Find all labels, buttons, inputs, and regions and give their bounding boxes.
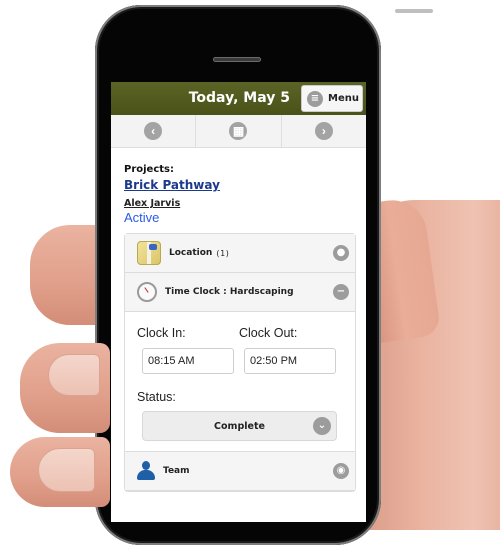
phone-screen: Today, May 5 ≡ Menu ‹ ▦ › Projects: Bric… — [111, 82, 366, 522]
location-count: (1) — [215, 248, 230, 258]
person-link[interactable]: Alex Jarvis — [124, 198, 354, 209]
time-clock-row[interactable]: Time Clock : Hardscaping − — [125, 273, 355, 312]
list-icon: ≡ — [307, 90, 323, 107]
status-label: Status: — [137, 390, 176, 404]
clock-in-input[interactable] — [142, 348, 234, 374]
pin-icon[interactable]: ● — [333, 245, 349, 261]
clock-in-label: Clock In: — [137, 326, 186, 340]
team-label: Team — [163, 466, 190, 476]
chevron-left-icon: ‹ — [144, 122, 163, 140]
projects-label: Projects: — [124, 164, 174, 175]
app-header: Today, May 5 ≡ Menu — [111, 82, 366, 115]
project-status: Active — [124, 210, 160, 225]
collapse-minus-icon[interactable]: − — [333, 284, 349, 300]
clock-out-input[interactable] — [244, 348, 336, 374]
chevron-down-icon: ⌄ — [313, 417, 331, 435]
menu-label: Menu — [328, 93, 359, 104]
phone-frame: Today, May 5 ≡ Menu ‹ ▦ › Projects: Bric… — [95, 5, 433, 545]
time-clock-panel: Clock In: Clock Out: Status: Complete ⌄ — [125, 312, 355, 452]
stopwatch-icon — [137, 282, 157, 302]
calendar-icon: ▦ — [229, 122, 248, 140]
clock-out-label: Clock Out: — [239, 326, 298, 340]
chevron-right-icon: › — [314, 122, 333, 140]
next-day-button[interactable]: › — [282, 115, 366, 147]
status-select[interactable]: Complete ⌄ — [142, 411, 337, 441]
calendar-button[interactable]: ▦ — [196, 115, 282, 147]
status-select-value: Complete — [214, 420, 265, 432]
location-label: Location — [169, 248, 213, 258]
location-row[interactable]: Location (1) ● — [125, 234, 355, 273]
project-content: Projects: Brick Pathway Alex Jarvis Acti… — [111, 148, 366, 492]
user-avatar-icon[interactable]: ◉ — [333, 463, 349, 479]
menu-button[interactable]: ≡ Menu — [301, 85, 363, 112]
time-clock-label: Time Clock : Hardscaping — [165, 287, 294, 297]
fingernail — [38, 448, 95, 492]
prev-day-button[interactable]: ‹ — [111, 115, 197, 147]
phone-side-button — [395, 9, 433, 13]
map-icon — [137, 241, 161, 265]
date-title: Today, May 5 — [188, 90, 290, 106]
project-link[interactable]: Brick Pathway — [124, 178, 220, 192]
date-navbar: ‹ ▦ › — [111, 115, 366, 148]
team-row[interactable]: Team ◉ — [125, 452, 355, 491]
project-details-card: Location (1) ● Time Clock : Hardscaping … — [124, 233, 356, 492]
team-user-icon — [137, 461, 155, 481]
phone-speaker — [213, 57, 261, 62]
fingernail — [48, 354, 100, 396]
